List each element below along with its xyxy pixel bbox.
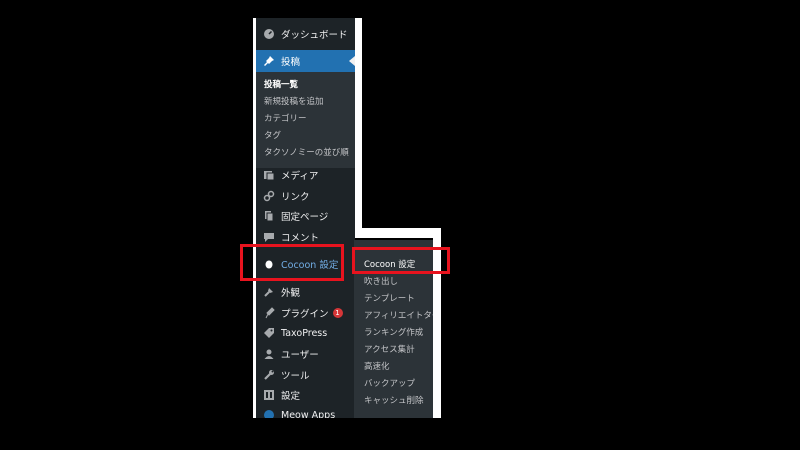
user-icon [262,347,276,361]
link-icon [262,189,276,203]
sidebar-item-label: 設定 [281,391,301,402]
sidebar-item-appearance[interactable]: 外観 [256,281,355,303]
media-icon [262,168,276,182]
sidebar-item-dashboard[interactable]: ダッシュボード [256,23,355,45]
tag-icon [262,326,276,340]
sidebar-item-links[interactable]: リンク [256,185,355,207]
sidebar-item-label: TaxoPress [281,327,328,339]
posts-submenu: 投稿一覧 新規投稿を追加 カテゴリー タグ タクソノミーの並び順 [256,72,355,168]
plugin-update-badge: 1 [332,308,343,318]
content-area-edge [355,18,362,238]
sidebar-item-taxopress[interactable]: TaxoPress [256,322,355,344]
sidebar-item-tools[interactable]: ツール [256,364,355,386]
sidebar-item-label: 投稿 [281,57,301,68]
sidebar-item-label: リンク [281,192,310,203]
sidebar-item-label: プラグイン [281,309,329,320]
comment-icon [262,230,276,244]
flyout-access-stats[interactable]: アクセス集計 [364,343,415,355]
sidebar-item-label: ツール [281,371,310,382]
content-area-edge [355,228,441,238]
sidebar-item-meow-apps[interactable]: Meow Apps [256,404,355,418]
meow-icon [262,408,276,418]
submenu-all-posts[interactable]: 投稿一覧 [264,78,298,90]
dashboard-icon [262,27,276,41]
flyout-template[interactable]: テンプレート [364,292,415,304]
sidebar-item-plugins[interactable]: プラグイン 1 [256,302,355,324]
sidebar-item-label: 固定ページ [281,212,329,223]
sidebar-item-posts[interactable]: 投稿 [256,50,355,72]
paintbrush-icon [262,285,276,299]
submenu-taxonomy-order[interactable]: タクソノミーの並び順 [264,146,349,158]
flyout-clear-cache[interactable]: キャッシュ削除 [364,394,424,406]
sidebar-item-label: Meow Apps [281,409,336,419]
sidebar-item-users[interactable]: ユーザー [256,343,355,365]
highlight-box-cocoon-settings [352,247,450,274]
sidebar-item-label: 外観 [281,288,301,299]
submenu-tags[interactable]: タグ [264,129,281,141]
flyout-speech-balloon[interactable]: 吹き出し [364,275,398,287]
flyout-speed-up[interactable]: 高速化 [364,360,390,372]
current-menu-arrow [349,56,355,66]
sidebar-item-media[interactable]: メディア [256,164,355,186]
admin-sidebar: ダッシュボード 投稿 投稿一覧 新規投稿を追加 カテゴリー タグ タクソノミーの… [253,18,355,418]
settings-icon [262,388,276,402]
flyout-backup[interactable]: バックアップ [364,377,415,389]
pages-icon [262,209,276,223]
sidebar-item-label: ダッシュボード [281,30,348,41]
highlight-box-cocoon-menu [240,244,344,281]
flyout-affiliate-tag[interactable]: アフィリエイトタグ [364,309,440,321]
sidebar-item-pages[interactable]: 固定ページ [256,205,355,227]
sidebar-item-label: ユーザー [281,350,319,361]
sidebar-item-label: メディア [281,171,319,182]
pin-icon [262,54,276,68]
flyout-ranking[interactable]: ランキング作成 [364,326,423,338]
wrench-icon [262,368,276,382]
sidebar-item-settings[interactable]: 設定 [256,384,355,406]
sidebar-item-label: コメント [281,233,320,244]
plugin-icon [262,306,276,320]
submenu-categories[interactable]: カテゴリー [264,112,307,124]
wp-admin-screen: ダッシュボード 投稿 投稿一覧 新規投稿を追加 カテゴリー タグ タクソノミーの… [253,18,441,418]
submenu-add-new-post[interactable]: 新規投稿を追加 [264,95,324,107]
